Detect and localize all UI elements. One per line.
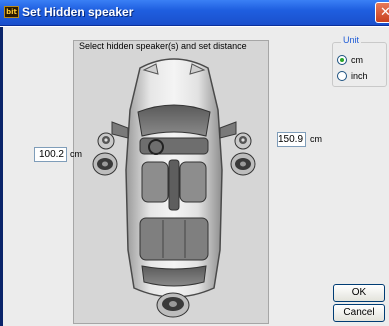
right-tweeter-speaker-icon[interactable] — [233, 132, 253, 150]
ok-button[interactable]: OK — [333, 284, 385, 302]
unit-inch-label[interactable]: inch — [351, 71, 368, 81]
unit-cm-label[interactable]: cm — [351, 55, 363, 65]
right-distance-unit: cm — [310, 134, 322, 144]
unit-group-title: Unit — [341, 35, 362, 45]
car-top-view-image — [111, 58, 237, 298]
unit-inch-radio[interactable] — [337, 71, 347, 81]
left-distance-input[interactable] — [34, 147, 67, 162]
right-woofer-speaker-icon[interactable] — [230, 152, 256, 176]
cancel-button[interactable]: Cancel — [333, 304, 385, 322]
right-distance-input[interactable] — [277, 132, 306, 147]
left-distance-unit: cm — [70, 149, 82, 159]
window-left-border — [0, 27, 3, 326]
unit-cm-radio[interactable] — [337, 55, 347, 65]
rear-subwoofer-speaker-icon[interactable] — [156, 292, 190, 318]
title-bar: bit Set Hidden speaker ✕ — [0, 0, 389, 26]
close-button[interactable]: ✕ — [375, 2, 389, 23]
left-woofer-speaker-icon[interactable] — [92, 152, 118, 176]
left-tweeter-speaker-icon[interactable] — [96, 132, 116, 150]
window-title: Set Hidden speaker — [22, 5, 134, 19]
app-logo-icon: bit — [4, 6, 19, 18]
